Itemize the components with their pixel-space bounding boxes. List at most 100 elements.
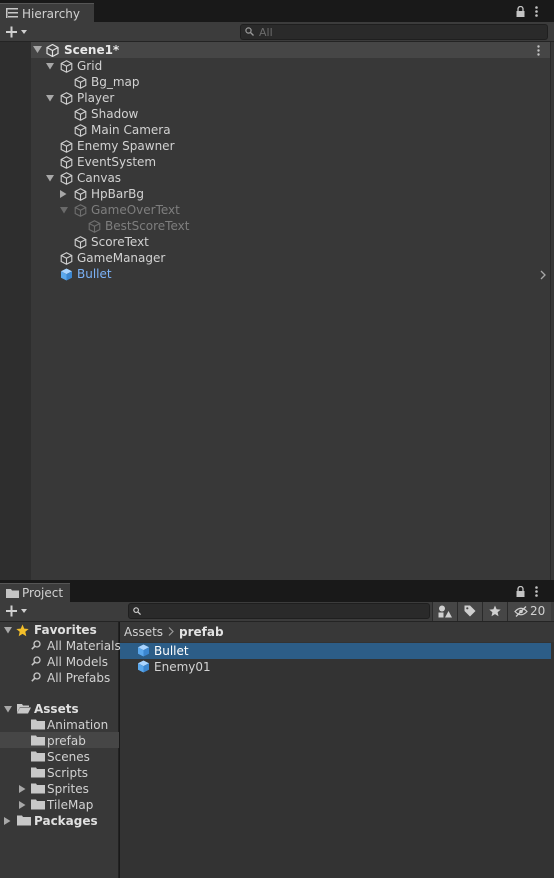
gameobject-cube-icon (74, 108, 87, 121)
project-tab-bar (0, 582, 554, 602)
lock-icon[interactable] (516, 6, 525, 17)
create-plus-icon[interactable] (6, 26, 28, 38)
project-search-icon (133, 607, 141, 615)
hierarchy-gutter (0, 42, 31, 580)
folder-icon (31, 783, 45, 794)
gameobject-cube-icon (60, 140, 73, 153)
gameobject-cube-icon (60, 156, 73, 169)
search-by-label-button[interactable] (457, 602, 482, 621)
label-tag-icon (464, 605, 476, 617)
hierarchy-item-label: ScoreText (91, 235, 149, 249)
search-icon (31, 640, 41, 650)
expand-triangle-icon[interactable] (46, 175, 54, 182)
hierarchy-search-input[interactable]: All (240, 24, 548, 40)
folder-icon (31, 767, 45, 778)
asset-folder-label: Scenes (47, 750, 90, 764)
hierarchy-item-label: Grid (77, 59, 103, 73)
assets-section-label: Assets (34, 702, 79, 716)
hierarchy-row-grid[interactable] (31, 58, 550, 74)
gameobject-cube-icon (60, 172, 73, 185)
hierarchy-item-label: Main Camera (91, 123, 171, 137)
breadcrumb-chevron-icon (168, 627, 174, 636)
favorite-item-label: All Prefabs (47, 671, 111, 685)
breadcrumb: Assets prefab (120, 622, 554, 642)
expand-triangle-icon[interactable] (46, 95, 54, 102)
gameobject-cube-icon (74, 124, 87, 137)
search-by-type-button[interactable] (432, 602, 457, 621)
gameobject-cube-icon (60, 92, 73, 105)
project-lock-icon[interactable] (516, 586, 525, 597)
folder-icon (6, 588, 19, 598)
hierarchy-item-label: BestScoreText (105, 219, 190, 233)
search-icon (31, 656, 41, 666)
hierarchy-item-label: GameManager (77, 251, 166, 265)
hierarchy-tab-label: Hierarchy (22, 7, 81, 21)
expand-triangle-icon[interactable] (33, 46, 42, 54)
hierarchy-item-label: Canvas (77, 171, 122, 185)
project-create-plus-icon[interactable] (6, 605, 28, 617)
tab-hierarchy[interactable]: Hierarchy (0, 3, 94, 23)
breadcrumb-root[interactable]: Assets (124, 625, 163, 639)
more-options-icon[interactable] (535, 6, 538, 17)
asset-folder-label: Animation (47, 718, 109, 732)
hierarchy-item-label: Bg_map (91, 75, 140, 89)
asset-folder-label: prefab (47, 734, 86, 748)
folder-icon (17, 815, 31, 826)
folder-icon (31, 751, 45, 762)
search-placeholder: All (259, 26, 273, 39)
asset-folder-label: TileMap (47, 798, 94, 812)
project-tab-label: Project (22, 586, 64, 600)
search-icon (245, 27, 254, 36)
eye-hidden-icon (514, 606, 528, 617)
hierarchy-item-label: Enemy Spawner (77, 139, 175, 153)
collapsed-triangle-icon[interactable] (4, 817, 11, 825)
hierarchy-item-label: Player (77, 91, 115, 105)
project-search-input[interactable] (128, 603, 430, 619)
folder-icon (31, 735, 45, 746)
expand-triangle-icon[interactable] (46, 63, 54, 70)
expand-triangle-icon[interactable] (60, 207, 68, 214)
collapsed-triangle-icon[interactable] (19, 785, 26, 793)
favorites-section-label: Favorites (34, 623, 97, 637)
asset-file-label[interactable]: Enemy01 (154, 659, 211, 675)
folder-icon (31, 799, 45, 810)
star-icon (16, 624, 29, 637)
open-folder-icon (17, 703, 31, 714)
unity-scene-icon (46, 44, 59, 57)
hierarchy-item-label: EventSystem (77, 155, 157, 169)
folder-icon (31, 719, 45, 730)
breadcrumb-current[interactable]: prefab (179, 625, 224, 639)
gameobject-cube-icon (60, 252, 73, 265)
search-by-type-icon (438, 605, 452, 618)
hidden-packages-count: 20 (530, 604, 546, 618)
gameobject-cube-icon (74, 188, 87, 201)
hierarchy-item-label: HpBarBg (91, 187, 145, 201)
collapsed-triangle-icon[interactable] (60, 190, 67, 198)
hierarchy-scroll-edge (550, 42, 551, 580)
scene-label: Scene1* (64, 43, 120, 57)
project-more-options-icon[interactable] (535, 586, 538, 597)
prefab-cube-icon (137, 660, 150, 673)
hierarchy-item-label: Shadow (91, 107, 139, 121)
prefab-cube-icon (60, 268, 73, 281)
hidden-packages-toggle[interactable]: 20 (507, 602, 551, 621)
favorites-filter-button[interactable] (482, 602, 507, 621)
gameobject-cube-icon (88, 220, 101, 233)
tab-project[interactable]: Project (0, 583, 70, 603)
asset-file-label[interactable]: Bullet (154, 643, 189, 659)
favorite-item-label: All Materials (47, 639, 121, 653)
scene-more-options-icon[interactable] (537, 45, 540, 56)
asset-folder-label: Scripts (47, 766, 89, 780)
prefab-cube-icon (137, 644, 150, 657)
collapsed-triangle-icon[interactable] (19, 801, 26, 809)
hierarchy-item-label: Bullet (77, 267, 112, 281)
expand-triangle-icon[interactable] (4, 627, 12, 634)
hierarchy-list-icon (6, 8, 18, 19)
packages-section-label: Packages (34, 814, 98, 828)
asset-folder-label: Sprites (47, 782, 89, 796)
favorite-item-label: All Models (47, 655, 108, 669)
star-icon (489, 605, 501, 617)
gameobject-cube-icon (74, 76, 87, 89)
open-prefab-chevron-icon[interactable] (540, 270, 546, 280)
expand-triangle-icon[interactable] (4, 706, 12, 713)
